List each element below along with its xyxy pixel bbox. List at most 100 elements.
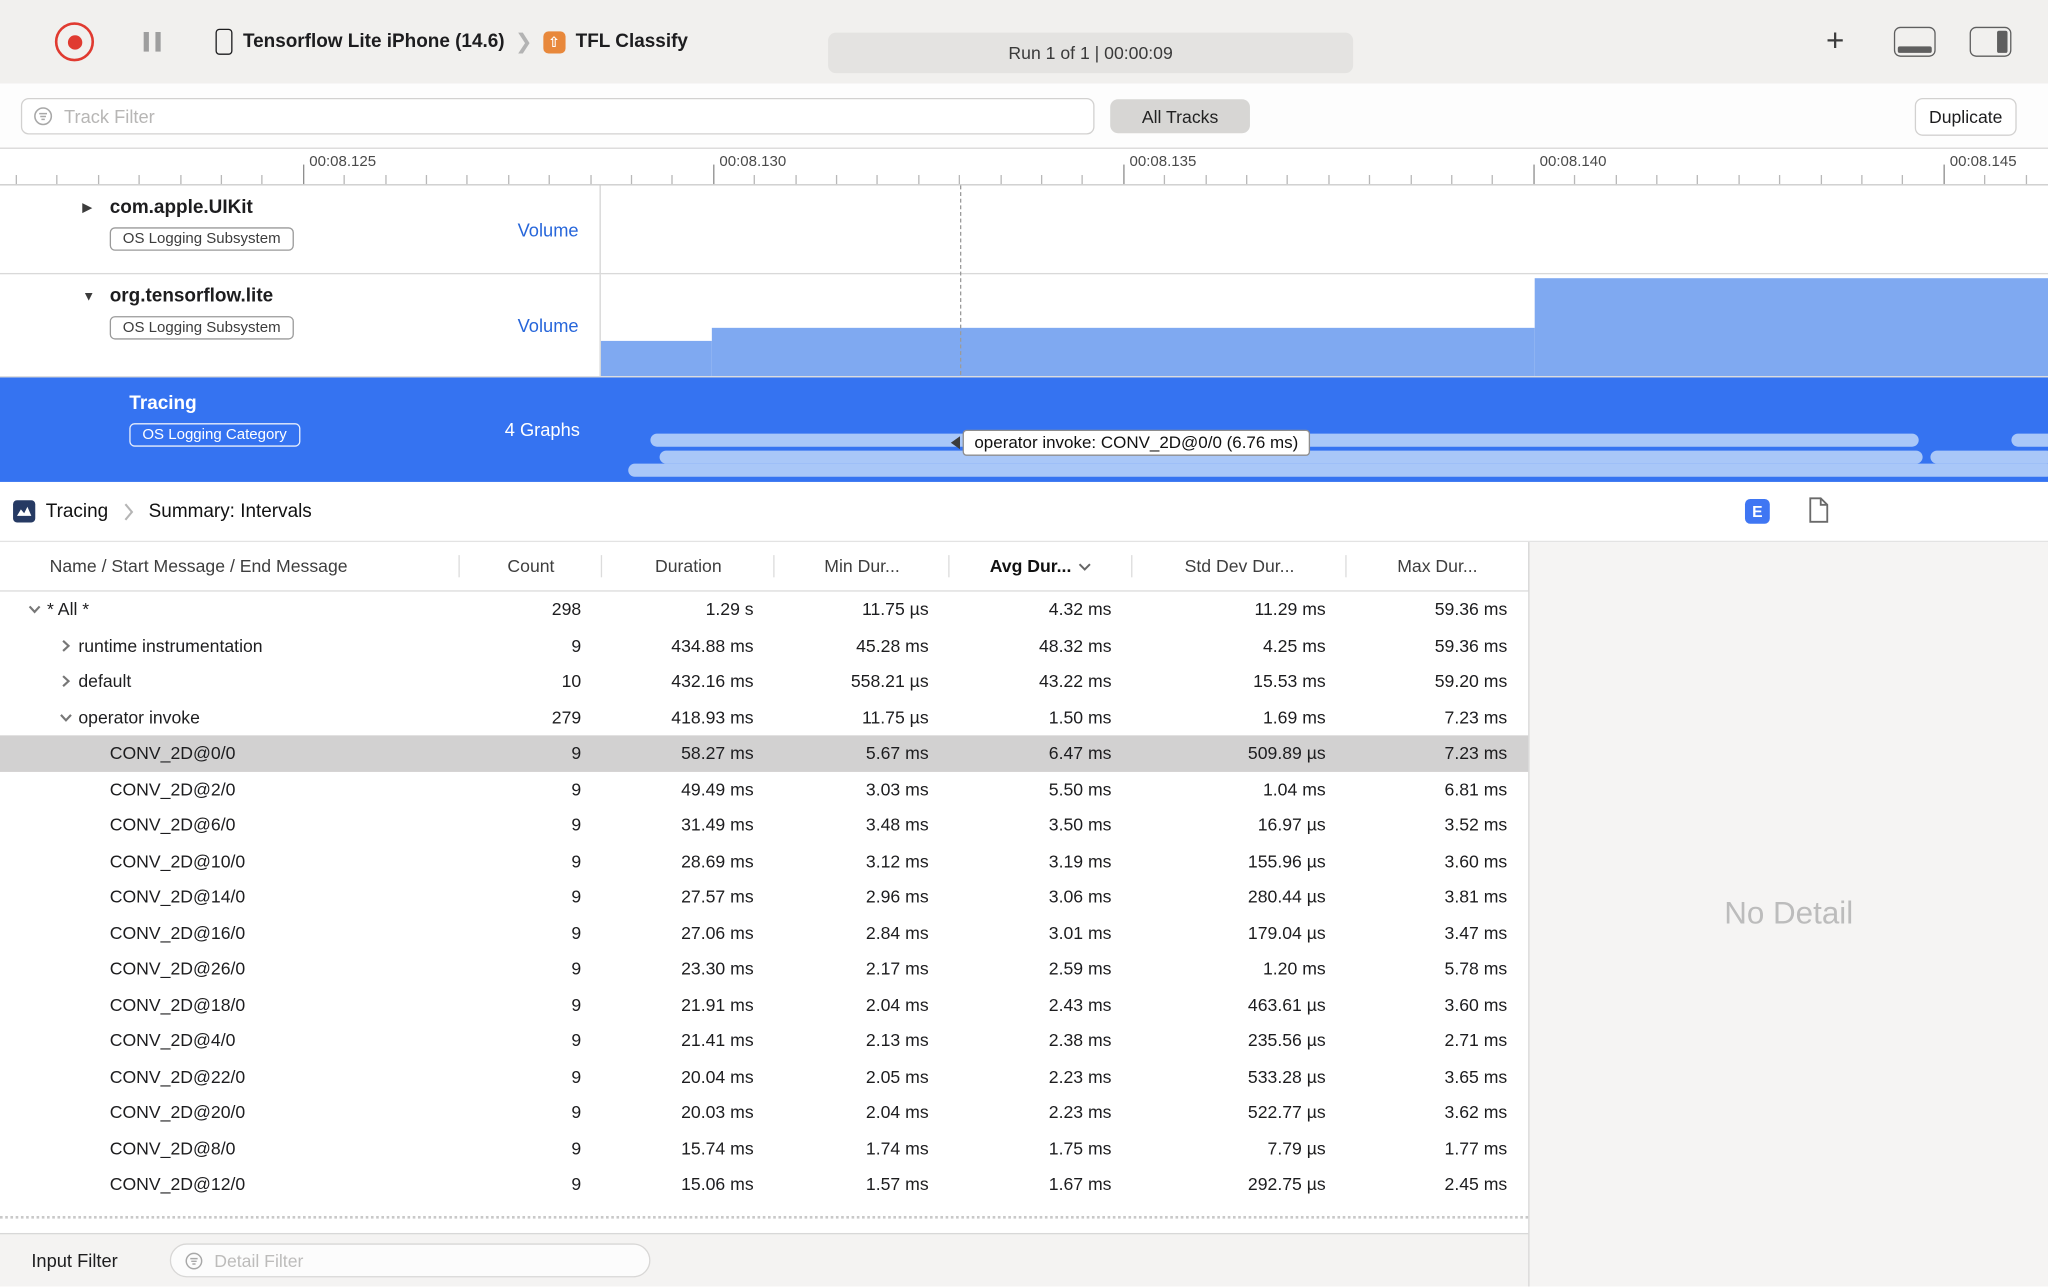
breadcrumb-page[interactable]: Summary: Intervals [149,501,312,522]
column-header[interactable]: Max Dur... [1347,542,1529,590]
breadcrumb-root[interactable]: Tracing [46,501,108,522]
row-name: CONV_2D@16/0 [109,923,246,943]
row-value-cell: 9 [571,1030,582,1051]
row-name: * All * [47,599,90,620]
table-row[interactable]: CONV_2D@20/0 9 20.03 ms 2.04 ms 2.23 ms 522.7… [0,1095,1528,1131]
track-filter-field[interactable] [20,97,1095,135]
ruler-tick [425,175,428,185]
ruler-tick [835,175,838,185]
row-value-cell: 4.25 ms [1262,635,1326,656]
row-value-cell: 2.43 ms [1048,994,1112,1015]
ruler-tick [1656,175,1658,185]
toggle-right-pane-button[interactable] [1969,26,2012,57]
document-icon[interactable] [1808,496,1830,530]
row-value-cell: 43.22 ms [1038,671,1112,692]
table-row[interactable]: CONV_2D@4/0 9 21.41 ms 2.13 ms 2.38 ms 235.56… [0,1023,1528,1059]
ruler-tick [1697,175,1699,185]
disclosure-expanded-icon[interactable]: ▼ [82,289,98,303]
target-name[interactable]: TFL Classify [576,31,688,52]
tracing-graphs[interactable]: operator invoke: CONV_2D@0/0 (6.76 ms) [601,377,2048,481]
interval-capsule[interactable] [2011,433,2048,447]
summary-table-pane: Name / Start Message / End Message Count D… [0,542,1529,1287]
track-uikit[interactable]: ▶ com.apple.UIKit OS Logging Subsystem V… [0,185,2048,275]
table-row[interactable]: operator invoke 279 418.93 ms 11.75 µs 1.50 … [0,699,1528,735]
detail-filter-input[interactable] [211,1249,637,1272]
row-value-cell: 3.01 ms [1048,923,1112,943]
table-row[interactable]: default 10 432.16 ms 558.21 µs 43.22 ms 15.53… [0,664,1528,700]
pause-button[interactable] [143,31,161,52]
row-name: CONV_2D@18/0 [109,994,246,1015]
toggle-bottom-pane-button[interactable] [1893,26,1936,57]
record-button[interactable] [54,22,95,62]
row-value-cell: 4.32 ms [1048,599,1112,620]
playhead-line [959,185,962,375]
table-row[interactable]: CONV_2D@2/0 9 49.49 ms 3.03 ms 5.50 ms 1.04 m… [0,771,1528,807]
table-row[interactable]: CONV_2D@10/0 9 28.69 ms 3.12 ms 3.19 ms 155.9… [0,843,1528,879]
table-row[interactable]: CONV_2D@22/0 9 20.04 ms 2.05 ms 2.23 ms 533.2… [0,1059,1528,1095]
track-meta[interactable]: Volume [518,219,579,240]
disclosure-collapsed-icon[interactable] [55,638,76,652]
row-name-cell: runtime instrumentation [0,636,460,655]
interval-capsule[interactable] [1930,450,2048,464]
row-value-cell: 1.74 ms [865,1138,929,1159]
pause-icon [143,31,149,52]
row-value-cell: 434.88 ms [671,635,754,656]
row-value-cell: 23.30 ms [681,959,754,979]
table-row[interactable]: CONV_2D@0/0 9 58.27 ms 5.67 ms 6.47 ms 509.89… [0,735,1529,772]
ruler-tick [917,175,920,185]
track-tracing-selected[interactable]: Tracing OS Logging Category 4 Graphs ope… [0,377,2048,482]
column-header[interactable]: Count [460,542,603,590]
duplicate-button[interactable]: Duplicate [1914,97,2017,136]
column-header[interactable]: Duration [602,542,775,590]
ruler-tick [343,175,346,185]
column-header[interactable]: Name / Start Message / End Message [0,542,460,590]
all-tracks-button[interactable]: All Tracks [1110,99,1250,134]
ruler-tick [1615,175,1617,185]
track-name: org.tensorflow.lite [109,286,274,307]
table-row[interactable]: CONV_2D@14/0 9 27.57 ms 2.96 ms 3.06 ms 280.4… [0,879,1528,915]
column-header[interactable]: Std Dev Dur... [1132,542,1347,590]
ruler-tick [179,175,182,185]
row-name-cell: CONV_2D@12/0 [0,1175,460,1195]
table-row[interactable]: * All * 298 1.29 s 11.75 µs 4.32 ms 11.29 ms 5… [0,592,1528,628]
ruler-tick [671,175,674,185]
disclosure-expanded-icon[interactable] [24,602,45,616]
disclosure-collapsed-icon[interactable] [55,674,76,688]
track-filter-input[interactable] [61,104,1083,128]
disclosure-expanded-icon[interactable] [55,710,76,724]
table-row[interactable]: CONV_2D@6/0 9 31.49 ms 3.48 ms 3.50 ms 16.97 … [0,807,1528,843]
table-row[interactable]: CONV_2D@16/0 9 27.06 ms 2.84 ms 3.01 ms 179.0… [0,915,1528,951]
row-value-cell: 3.03 ms [865,779,929,800]
column-header[interactable]: Min Dur... [775,542,950,590]
table-header: Name / Start Message / End Message Count D… [0,542,1529,592]
volume-bars[interactable] [600,274,2048,377]
detail-filter-field[interactable] [169,1243,651,1278]
interval-capsule[interactable] [628,463,2048,477]
track-label: ▶ com.apple.UIKit OS Logging Subsystem V… [0,185,601,273]
disclosure-collapsed-icon[interactable]: ▶ [82,200,98,214]
expanded-detail-button[interactable]: E [1744,498,1770,524]
track-tensorflow[interactable]: ▼ org.tensorflow.lite OS Logging Subsyst… [0,274,2048,378]
track-meta[interactable]: Volume [518,315,579,336]
table-row[interactable]: CONV_2D@12/0 9 15.06 ms 1.57 ms 1.67 ms 292.7… [0,1166,1528,1202]
add-instrument-button[interactable]: + [1826,24,1844,61]
table-row[interactable]: CONV_2D@8/0 9 15.74 ms 1.74 ms 1.75 ms 7.79 µ… [0,1130,1528,1166]
track-lane[interactable] [601,185,2048,273]
track-meta[interactable]: 4 Graphs [505,419,580,440]
ruler-tick [548,175,551,185]
ruler-tick [1574,175,1576,185]
input-filter-label[interactable]: Input Filter [31,1250,117,1271]
row-value-cell: 533.28 µs [1247,1066,1326,1087]
row-value-cell: 58.27 ms [681,743,754,764]
timeline-ruler[interactable]: 00:08.125 00:08.130 00:08.135 00:08.140 00:0… [0,148,2048,186]
device-name[interactable]: Tensorflow Lite iPhone (14.6) [243,31,505,52]
table-row[interactable]: CONV_2D@18/0 9 21.91 ms 2.04 ms 2.43 ms 463.6… [0,987,1528,1023]
row-name-cell: CONV_2D@16/0 [0,923,460,943]
table-row[interactable]: CONV_2D@26/0 9 23.30 ms 2.17 ms 2.59 ms 1.20 … [0,951,1528,987]
ruler-tick [1984,175,1986,185]
row-value-cell: 298 [551,599,582,620]
column-header[interactable]: Avg Dur... [950,542,1133,590]
row-value-cell: 5.78 ms [1444,959,1508,979]
ruler-tick [384,175,387,185]
table-row[interactable]: runtime instrumentation 9 434.88 ms 45.28 m… [0,628,1528,664]
